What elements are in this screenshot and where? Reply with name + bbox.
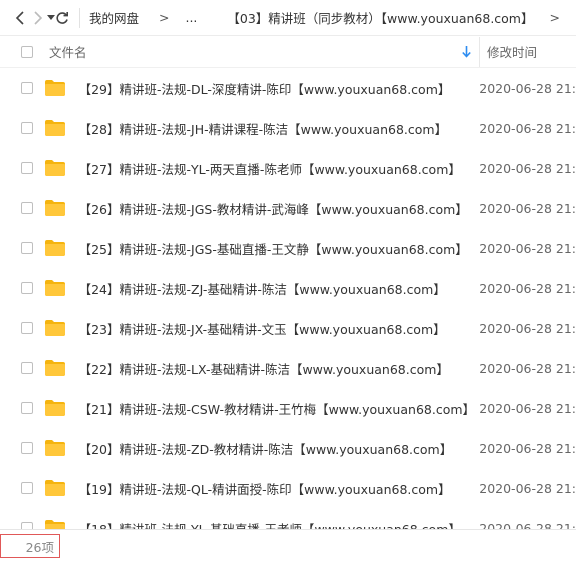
select-all-checkbox[interactable] [21, 45, 33, 58]
file-name[interactable]: 【26】精讲班-法规-JGS-教材精讲-武海峰【www.youxuan68.co… [79, 199, 480, 218]
file-modified-date: 2020-06-28 21: [479, 200, 576, 216]
file-list-row[interactable]: 【24】精讲班-法规-ZJ-基础精讲-陈洁【www.youxuan68.com】… [0, 268, 576, 308]
file-list-row[interactable]: 【27】精讲班-法规-YL-两天直播-陈老师【www.youxuan68.com… [0, 148, 576, 188]
chevron-left-icon [15, 10, 24, 25]
chevron-right-icon [34, 10, 43, 25]
file-modified-date: 2020-06-28 21: [479, 320, 576, 336]
row-checkbox[interactable] [21, 322, 33, 334]
folder-icon [44, 240, 65, 256]
file-name[interactable]: 【20】精讲班-法规-ZD-教材精讲-陈洁【www.youxuan68.com】 [79, 439, 480, 458]
file-list-row[interactable]: 【28】精讲班-法规-JH-精讲课程-陈洁【www.youxuan68.com】… [0, 108, 576, 148]
breadcrumb-ellipsis[interactable]: ... [185, 10, 197, 25]
list-bottom-divider [0, 529, 576, 530]
file-list-row[interactable]: 【29】精讲班-法规-DL-深度精讲-陈印【www.youxuan68.com】… [0, 68, 576, 108]
column-header-name[interactable]: 文件名 [49, 42, 457, 61]
file-modified-date: 2020-06-28 21: [479, 120, 576, 136]
folder-icon [44, 320, 65, 336]
back-button[interactable] [14, 4, 26, 32]
file-name[interactable]: 【29】精讲班-法规-DL-深度精讲-陈印【www.youxuan68.com】 [79, 79, 480, 98]
file-name[interactable]: 【22】精讲班-法规-LX-基础精讲-陈洁【www.youxuan68.com】 [79, 359, 480, 378]
row-checkbox[interactable] [21, 282, 33, 294]
file-name[interactable]: 【27】精讲班-法规-YL-两天直播-陈老师【www.youxuan68.com… [79, 159, 480, 178]
row-checkbox[interactable] [21, 522, 33, 529]
refresh-button[interactable] [55, 4, 69, 32]
file-name[interactable]: 【21】精讲班-法规-CSW-教材精讲-王竹梅【www.youxuan68.co… [79, 399, 480, 418]
file-modified-date: 2020-06-28 21: [479, 360, 576, 376]
row-checkbox[interactable] [21, 362, 33, 374]
file-modified-date: 2020-06-28 21: [479, 240, 576, 256]
breadcrumb-separator: > [158, 10, 170, 25]
item-count-status: 26项 [0, 534, 60, 558]
row-checkbox[interactable] [21, 162, 33, 174]
file-list-row[interactable]: 【21】精讲班-法规-CSW-教材精讲-王竹梅【www.youxuan68.co… [0, 388, 576, 428]
file-modified-date: 2020-06-28 21: [479, 160, 576, 176]
breadcrumb-root[interactable]: 我的网盘 [89, 8, 139, 27]
file-modified-date: 2020-06-28 21: [479, 520, 576, 530]
row-checkbox[interactable] [21, 402, 33, 414]
folder-icon [44, 160, 65, 176]
file-list-row[interactable]: 【19】精讲班-法规-QL-精讲面授-陈印【www.youxuan68.com】… [0, 468, 576, 508]
caret-down-icon [46, 14, 55, 20]
file-modified-date: 2020-06-28 21: [479, 80, 576, 96]
row-checkbox[interactable] [21, 442, 33, 454]
history-dropdown-button[interactable] [46, 4, 55, 32]
sort-descending-icon[interactable] [457, 45, 475, 58]
file-name[interactable]: 【23】精讲班-法规-JX-基础精讲-文玉【www.youxuan68.com】 [79, 319, 480, 338]
row-checkbox[interactable] [21, 122, 33, 134]
file-list-row[interactable]: 【26】精讲班-法规-JGS-教材精讲-武海峰【www.youxuan68.co… [0, 188, 576, 228]
breadcrumb-current[interactable]: 【03】精讲班（同步教材）【www.youxuan68.com】 [227, 8, 533, 27]
file-list-row[interactable]: 【20】精讲班-法规-ZD-教材精讲-陈洁【www.youxuan68.com】… [0, 428, 576, 468]
column-header: 文件名 修改时间 [0, 36, 576, 68]
row-checkbox[interactable] [21, 242, 33, 254]
folder-icon [44, 120, 65, 136]
folder-icon [44, 80, 65, 96]
breadcrumb: 我的网盘 > ... 【03】精讲班（同步教材）【www.youxuan68.c… [89, 8, 576, 27]
folder-icon [44, 400, 65, 416]
row-checkbox[interactable] [21, 82, 33, 94]
file-name[interactable]: 【28】精讲班-法规-JH-精讲课程-陈洁【www.youxuan68.com】 [79, 119, 480, 138]
file-name[interactable]: 【19】精讲班-法规-QL-精讲面授-陈印【www.youxuan68.com】 [79, 479, 480, 498]
folder-icon [44, 440, 65, 456]
file-name[interactable]: 【24】精讲班-法规-ZJ-基础精讲-陈洁【www.youxuan68.com】 [79, 279, 480, 298]
file-list-row[interactable]: 【23】精讲班-法规-JX-基础精讲-文玉【www.youxuan68.com】… [0, 308, 576, 348]
row-checkbox[interactable] [21, 202, 33, 214]
column-header-date[interactable]: 修改时间 [487, 42, 537, 61]
file-modified-date: 2020-06-28 21: [479, 440, 576, 456]
folder-icon [44, 280, 65, 296]
file-modified-date: 2020-06-28 21: [479, 480, 576, 496]
folder-icon [44, 200, 65, 216]
file-modified-date: 2020-06-28 21: [479, 280, 576, 296]
folder-icon [44, 360, 65, 376]
file-name[interactable]: 【18】精讲班-法规-YL-基础直播-王老师【www.youxuan68.com… [79, 519, 480, 530]
toolbar: 我的网盘 > ... 【03】精讲班（同步教材）【www.youxuan68.c… [0, 0, 576, 36]
row-checkbox[interactable] [21, 482, 33, 494]
column-divider[interactable] [479, 36, 480, 67]
forward-button[interactable] [32, 4, 44, 32]
refresh-icon [55, 11, 68, 24]
file-list-row[interactable]: 【25】精讲班-法规-JGS-基础直播-王文静【www.youxuan68.co… [0, 228, 576, 268]
file-list-row[interactable]: 【22】精讲班-法规-LX-基础精讲-陈洁【www.youxuan68.com】… [0, 348, 576, 388]
file-list-row[interactable]: 【18】精讲班-法规-YL-基础直播-王老师【www.youxuan68.com… [0, 508, 576, 529]
folder-icon [44, 520, 65, 529]
file-name[interactable]: 【25】精讲班-法规-JGS-基础直播-王文静【www.youxuan68.co… [79, 239, 480, 258]
file-list: 【29】精讲班-法规-DL-深度精讲-陈印【www.youxuan68.com】… [0, 68, 576, 529]
file-modified-date: 2020-06-28 21: [479, 400, 576, 416]
folder-icon [44, 480, 65, 496]
breadcrumb-trailing-separator[interactable]: > [550, 10, 560, 25]
